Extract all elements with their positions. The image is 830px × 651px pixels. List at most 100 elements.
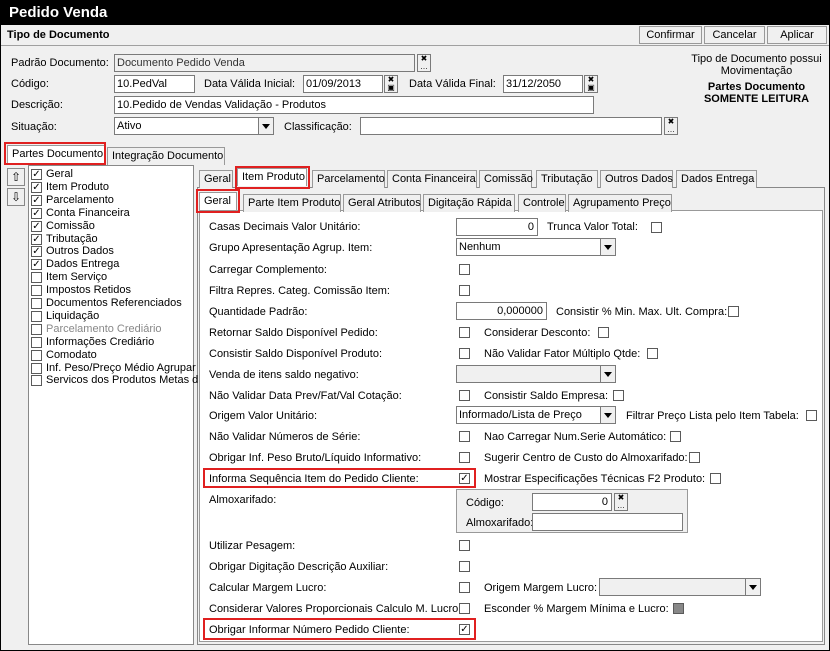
tree-item-checkbox[interactable]: [31, 349, 42, 361]
tree-item-checkbox[interactable]: [31, 336, 42, 348]
tree-item-checkbox[interactable]: ✓: [31, 181, 42, 193]
mostrar-checkbox[interactable]: [710, 473, 721, 484]
header-title: Tipo de Documento: [7, 29, 110, 41]
grupo-select[interactable]: Nenhum: [456, 238, 616, 256]
classificacao-field[interactable]: [360, 117, 662, 135]
origem-margem-label: Origem Margem Lucro:: [484, 582, 598, 594]
dvi-field[interactable]: 01/09/2013: [303, 75, 383, 93]
almox-lookup-button[interactable]: ✖…: [614, 493, 628, 511]
chevron-down-icon[interactable]: [600, 239, 615, 255]
descricao-field[interactable]: 10.Pedido de Vendas Validação - Produtos: [114, 96, 594, 114]
tree-item-checkbox[interactable]: [31, 323, 42, 335]
tree-item-label: Documentos Referenciados: [46, 297, 182, 309]
almox-almox-field[interactable]: [532, 513, 683, 531]
padrao-lookup-button[interactable]: ✖…: [417, 54, 431, 72]
obrigar-desc-checkbox[interactable]: [459, 561, 470, 572]
origem-select[interactable]: Informado/Lista de Preço: [456, 406, 616, 424]
tree-item-checkbox[interactable]: [31, 310, 42, 322]
classificacao-lookup-button[interactable]: ✖…: [664, 117, 678, 135]
consistir-saldo-checkbox[interactable]: [459, 348, 470, 359]
tree-item-checkbox[interactable]: [31, 298, 42, 309]
tree-item-checkbox[interactable]: ✓: [31, 169, 42, 180]
tab-integracao-documento[interactable]: Integração Documento: [107, 147, 225, 165]
tree-item-label: Parcelamento: [46, 193, 114, 206]
grupo-value: Nenhum: [459, 241, 501, 253]
carregar-label: Carregar Complemento:: [209, 264, 327, 276]
origem-label: Origem Valor Unitário:: [209, 410, 317, 422]
consistir-pct-checkbox[interactable]: [728, 306, 739, 317]
tab-parcelamento[interactable]: Parcelamento: [312, 170, 385, 188]
consistir-saldo-label: Consistir Saldo Disponível Produto:: [209, 348, 383, 360]
subtab-parte-item-produto[interactable]: Parte Item Produto: [243, 194, 341, 212]
tab-dados-entrega[interactable]: Dados Entrega: [676, 170, 757, 188]
almox-codigo-label: Código:: [466, 497, 504, 509]
carregar-checkbox[interactable]: [459, 264, 470, 275]
utilizar-label: Utilizar Pesagem:: [209, 540, 296, 552]
subtab-controle[interactable]: Controle: [518, 194, 566, 212]
tab-comiss-o[interactable]: Comissão: [479, 170, 533, 188]
confirm-button[interactable]: Confirmar: [639, 26, 702, 44]
filtrar-preco-checkbox[interactable]: [806, 410, 817, 421]
subtab-geral-atributos[interactable]: Geral Atributos: [343, 194, 421, 212]
tree-item-checkbox[interactable]: [31, 272, 42, 284]
tree-item-checkbox[interactable]: ✓: [31, 207, 42, 219]
consistir-empresa-checkbox[interactable]: [613, 390, 624, 401]
dvf-field[interactable]: 31/12/2050: [503, 75, 583, 93]
cancel-button[interactable]: Cancelar: [704, 26, 765, 44]
utilizar-checkbox[interactable]: [459, 540, 470, 551]
obrigar-peso-checkbox[interactable]: [459, 452, 470, 463]
situacao-select[interactable]: Ativo: [114, 117, 274, 135]
highlight-informa-seq: [203, 468, 476, 488]
tab-outros-dados[interactable]: Outros Dados: [600, 170, 673, 188]
codigo-field[interactable]: 10.PedVal: [114, 75, 195, 93]
tree-item-checkbox[interactable]: ✓: [31, 220, 42, 232]
trunca-checkbox[interactable]: [651, 222, 662, 233]
venda-select[interactable]: [456, 365, 616, 383]
tab-conta-financeira[interactable]: Conta Financeira: [387, 170, 477, 188]
tab-tributa-o[interactable]: Tributação: [536, 170, 598, 188]
subtab-agrupamento-pre-o[interactable]: Agrupamento Preço: [568, 194, 672, 212]
chevron-down-icon[interactable]: [600, 366, 615, 382]
almox-codigo-field[interactable]: 0: [532, 493, 612, 511]
tree-item-checkbox[interactable]: [31, 375, 42, 387]
move-down-icon[interactable]: ⇩: [7, 188, 25, 206]
calcular-checkbox[interactable]: [459, 582, 470, 593]
chevron-down-icon[interactable]: [600, 407, 615, 423]
considerar-desc-checkbox[interactable]: [598, 327, 609, 338]
chevron-down-icon[interactable]: [745, 579, 760, 595]
padrao-field[interactable]: Documento Pedido Venda: [114, 54, 415, 72]
subtab-digita-o-r-pida[interactable]: Digitação Rápida: [423, 194, 515, 212]
tree-item-label: Comodato: [46, 348, 97, 361]
nao-validar-serie-checkbox[interactable]: [459, 431, 470, 442]
mostrar-label: Mostrar Especificações Técnicas F2 Produ…: [484, 473, 706, 485]
tree-item-checkbox[interactable]: [31, 285, 42, 297]
tree-item-checkbox[interactable]: ✓: [31, 194, 42, 206]
nao-validar-fator-checkbox[interactable]: [647, 348, 658, 359]
esconder-label: Esconder % Margem Mínima e Lucro:: [484, 603, 669, 615]
tab-item-produto[interactable]: Item Produto: [237, 168, 307, 186]
dvi-calendar-icon[interactable]: ✖ ▣: [384, 75, 398, 93]
grupo-label: Grupo Apresentação Agrup. Item:: [209, 242, 373, 254]
move-up-icon[interactable]: ⇧: [7, 168, 25, 186]
nao-carregar-checkbox[interactable]: [670, 431, 681, 442]
casas-field[interactable]: 0: [456, 218, 538, 236]
qtd-label: Quantidade Padrão:: [209, 306, 308, 318]
sugerir-checkbox[interactable]: [689, 452, 700, 463]
tree-item-checkbox[interactable]: ✓: [31, 233, 42, 245]
esconder-checkbox[interactable]: [673, 603, 684, 614]
consistir-empresa-label: Consistir Saldo Empresa:: [484, 390, 609, 402]
qtd-field[interactable]: 0,000000: [456, 302, 547, 320]
nao-validar-data-checkbox[interactable]: [459, 390, 470, 401]
retornar-checkbox[interactable]: [459, 327, 470, 338]
origem-margem-select[interactable]: [599, 578, 761, 596]
tree-item-checkbox[interactable]: [31, 362, 42, 374]
chevron-down-icon[interactable]: [258, 118, 273, 134]
tree-item-checkbox[interactable]: ✓: [31, 259, 42, 271]
subtab-geral[interactable]: Geral: [199, 192, 237, 210]
filtra-checkbox[interactable]: [459, 285, 470, 296]
tab-geral[interactable]: Geral: [199, 170, 233, 188]
apply-button[interactable]: Aplicar: [767, 26, 827, 44]
considerar-prop-checkbox[interactable]: [459, 603, 470, 614]
tree-item-checkbox[interactable]: ✓: [31, 246, 42, 258]
dvf-calendar-icon[interactable]: ✖ ▣: [584, 75, 598, 93]
